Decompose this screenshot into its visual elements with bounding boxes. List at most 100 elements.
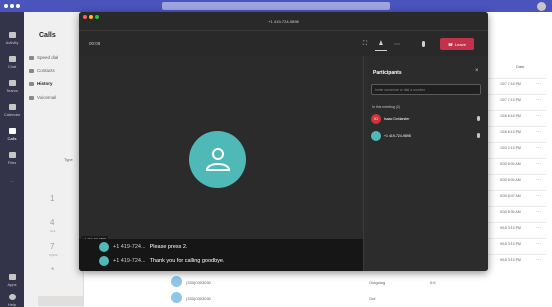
minimize-window-dot[interactable] — [10, 4, 14, 8]
call-toolbar: 00:08 ⛶ ♟ ⋯ ☎ Leave — [79, 30, 488, 56]
caption-speaker: +1 419-724... — [113, 258, 146, 264]
dialpad-key-star[interactable]: * — [51, 266, 54, 275]
more-options-icon[interactable]: ⋯ — [536, 177, 541, 183]
leave-button[interactable]: ☎ Leave — [440, 38, 474, 50]
maximize-window-dot[interactable] — [16, 4, 20, 8]
participants-section-label: In this meeting (2) — [372, 105, 401, 109]
history-time: 10/6 8:13 PM — [500, 130, 521, 134]
rail-activity[interactable]: Activity — [0, 26, 24, 50]
more-options-icon[interactable]: ⋯ — [536, 209, 541, 215]
rail-help[interactable]: Help — [0, 288, 24, 307]
more-options-icon[interactable]: ⋯ — [536, 193, 541, 199]
caller-avatar — [189, 131, 246, 188]
rail-teams[interactable]: Teams — [0, 74, 24, 98]
caption-speaker: +1 419-724... — [113, 244, 146, 250]
call-window: +1 419-724-9898 00:08 ⛶ ♟ ⋯ ☎ Leave +1 4… — [79, 12, 488, 271]
participant-avatar: ID — [371, 114, 381, 124]
row-direction: Outgoing — [369, 280, 386, 285]
rail-calls[interactable]: Calls — [0, 122, 24, 146]
history-time: 9/30 8:00 AM — [500, 178, 521, 182]
caption-text: Please press 2. — [149, 244, 188, 250]
row-number[interactable]: (330)0303030 — [186, 280, 211, 285]
rail-more[interactable]: ... — [0, 168, 24, 192]
caption-avatar — [99, 242, 109, 252]
contacts-icon — [29, 68, 34, 73]
chat-icon — [8, 55, 16, 62]
history-time: 9/30 8:00 AM — [500, 162, 521, 166]
more-options-icon[interactable]: ⋯ — [536, 97, 541, 103]
calendar-icon — [8, 103, 16, 110]
participants-panel: Participants × Invite someone or dial a … — [363, 56, 488, 271]
more-options-icon[interactable]: ⋯ — [536, 225, 541, 231]
nav-history[interactable]: History — [29, 81, 53, 86]
file-icon — [8, 151, 16, 158]
more-options-icon[interactable]: ⋯ — [536, 257, 541, 263]
participant-avatar — [371, 131, 381, 141]
nav-speed-dial[interactable]: Speed dial — [29, 55, 58, 60]
nav-contacts[interactable]: Contacts — [29, 68, 55, 73]
dialpad-key-4-sub: GHI — [50, 229, 56, 233]
history-time: 9/30 8:47 AM — [500, 194, 521, 198]
phone-hangup-icon: ☎ — [448, 41, 454, 47]
more-options-icon[interactable]: ⋯ — [536, 161, 541, 167]
participants-icon[interactable]: ♟ — [375, 37, 387, 51]
close-window-dot[interactable] — [4, 4, 8, 8]
microphone-icon[interactable] — [417, 37, 429, 51]
apps-icon — [8, 273, 16, 280]
more-options-icon[interactable]: ⋯ — [391, 37, 403, 51]
help-icon — [8, 293, 16, 300]
row-number[interactable]: (330)0303030 — [186, 296, 211, 301]
history-time: 9/30 8:30 AM — [500, 210, 521, 214]
dialpad-key-1[interactable]: 1 — [50, 194, 54, 203]
more-options-icon[interactable]: ⋯ — [536, 129, 541, 135]
close-icon[interactable]: × — [475, 68, 479, 74]
participant-name: +1 419-724-9898 — [384, 134, 411, 138]
microphone-icon — [477, 116, 480, 121]
profile-avatar[interactable] — [537, 2, 546, 11]
history-time: 9/18 3:13 PM — [500, 226, 521, 230]
participant-row[interactable]: ID Isaac Dohlander — [371, 112, 483, 126]
invite-search-input[interactable]: Invite someone or dial a number — [371, 84, 481, 95]
history-time: 9/18 3:13 PM — [500, 258, 521, 262]
dialpad-key-7-sub: PQRS — [49, 253, 58, 257]
caption-avatar — [99, 256, 109, 266]
row-avatar — [171, 292, 182, 303]
dialpad-key-4[interactable]: 4 — [50, 218, 54, 227]
participants-title: Participants — [373, 70, 402, 76]
rail-calendar[interactable]: Calendar — [0, 98, 24, 122]
more-options-icon[interactable]: ⋯ — [536, 113, 541, 119]
more-options-icon[interactable]: ⋯ — [536, 81, 541, 87]
window-controls — [4, 4, 20, 8]
video-stage: +1 419-724-9898 +1 419-724... Please pre… — [79, 56, 363, 271]
page-title: Calls — [39, 32, 56, 39]
dialpad-key-7[interactable]: 7 — [50, 242, 54, 251]
nav-voicemail[interactable]: Voicemail — [29, 95, 56, 100]
teams-icon — [8, 79, 16, 86]
bell-icon — [8, 31, 16, 38]
history-icon — [29, 81, 34, 86]
voicemail-icon — [29, 95, 34, 100]
participant-row[interactable]: +1 419-724-9898 — [371, 129, 483, 143]
caption-text: Thank you for calling goodbye. — [149, 258, 225, 264]
row-duration: 0:6 — [430, 280, 436, 285]
row-avatar — [171, 276, 182, 287]
history-time: 9/18 3:13 PM — [500, 242, 521, 246]
rail-files[interactable]: Files — [0, 146, 24, 170]
live-captions: +1 419-724... Please press 2. +1 419-724… — [79, 239, 363, 271]
row-direction: Out — [369, 296, 376, 301]
microphone-icon — [477, 133, 480, 138]
rail-chat[interactable]: Chat — [0, 50, 24, 74]
call-timer: 00:08 — [89, 41, 101, 46]
more-options-icon[interactable]: ⋯ — [536, 145, 541, 151]
caption-line: +1 419-724... Thank you for calling good… — [99, 256, 225, 266]
star-icon — [29, 55, 34, 60]
history-time: 10/7 7:13 PM — [500, 98, 521, 102]
dialpad-type-label: Type — [64, 157, 73, 162]
teams-search-bar[interactable] — [162, 2, 390, 10]
call-title-bar: +1 419-724-9898 — [79, 12, 488, 30]
more-options-icon[interactable]: ⋯ — [536, 241, 541, 247]
expand-icon[interactable]: ⛶ — [359, 37, 371, 51]
date-column-header[interactable]: Date — [516, 64, 524, 69]
app-rail: Activity Chat Teams Calendar Calls Files… — [0, 12, 24, 307]
history-time: 10/6 8:16 PM — [500, 114, 521, 118]
